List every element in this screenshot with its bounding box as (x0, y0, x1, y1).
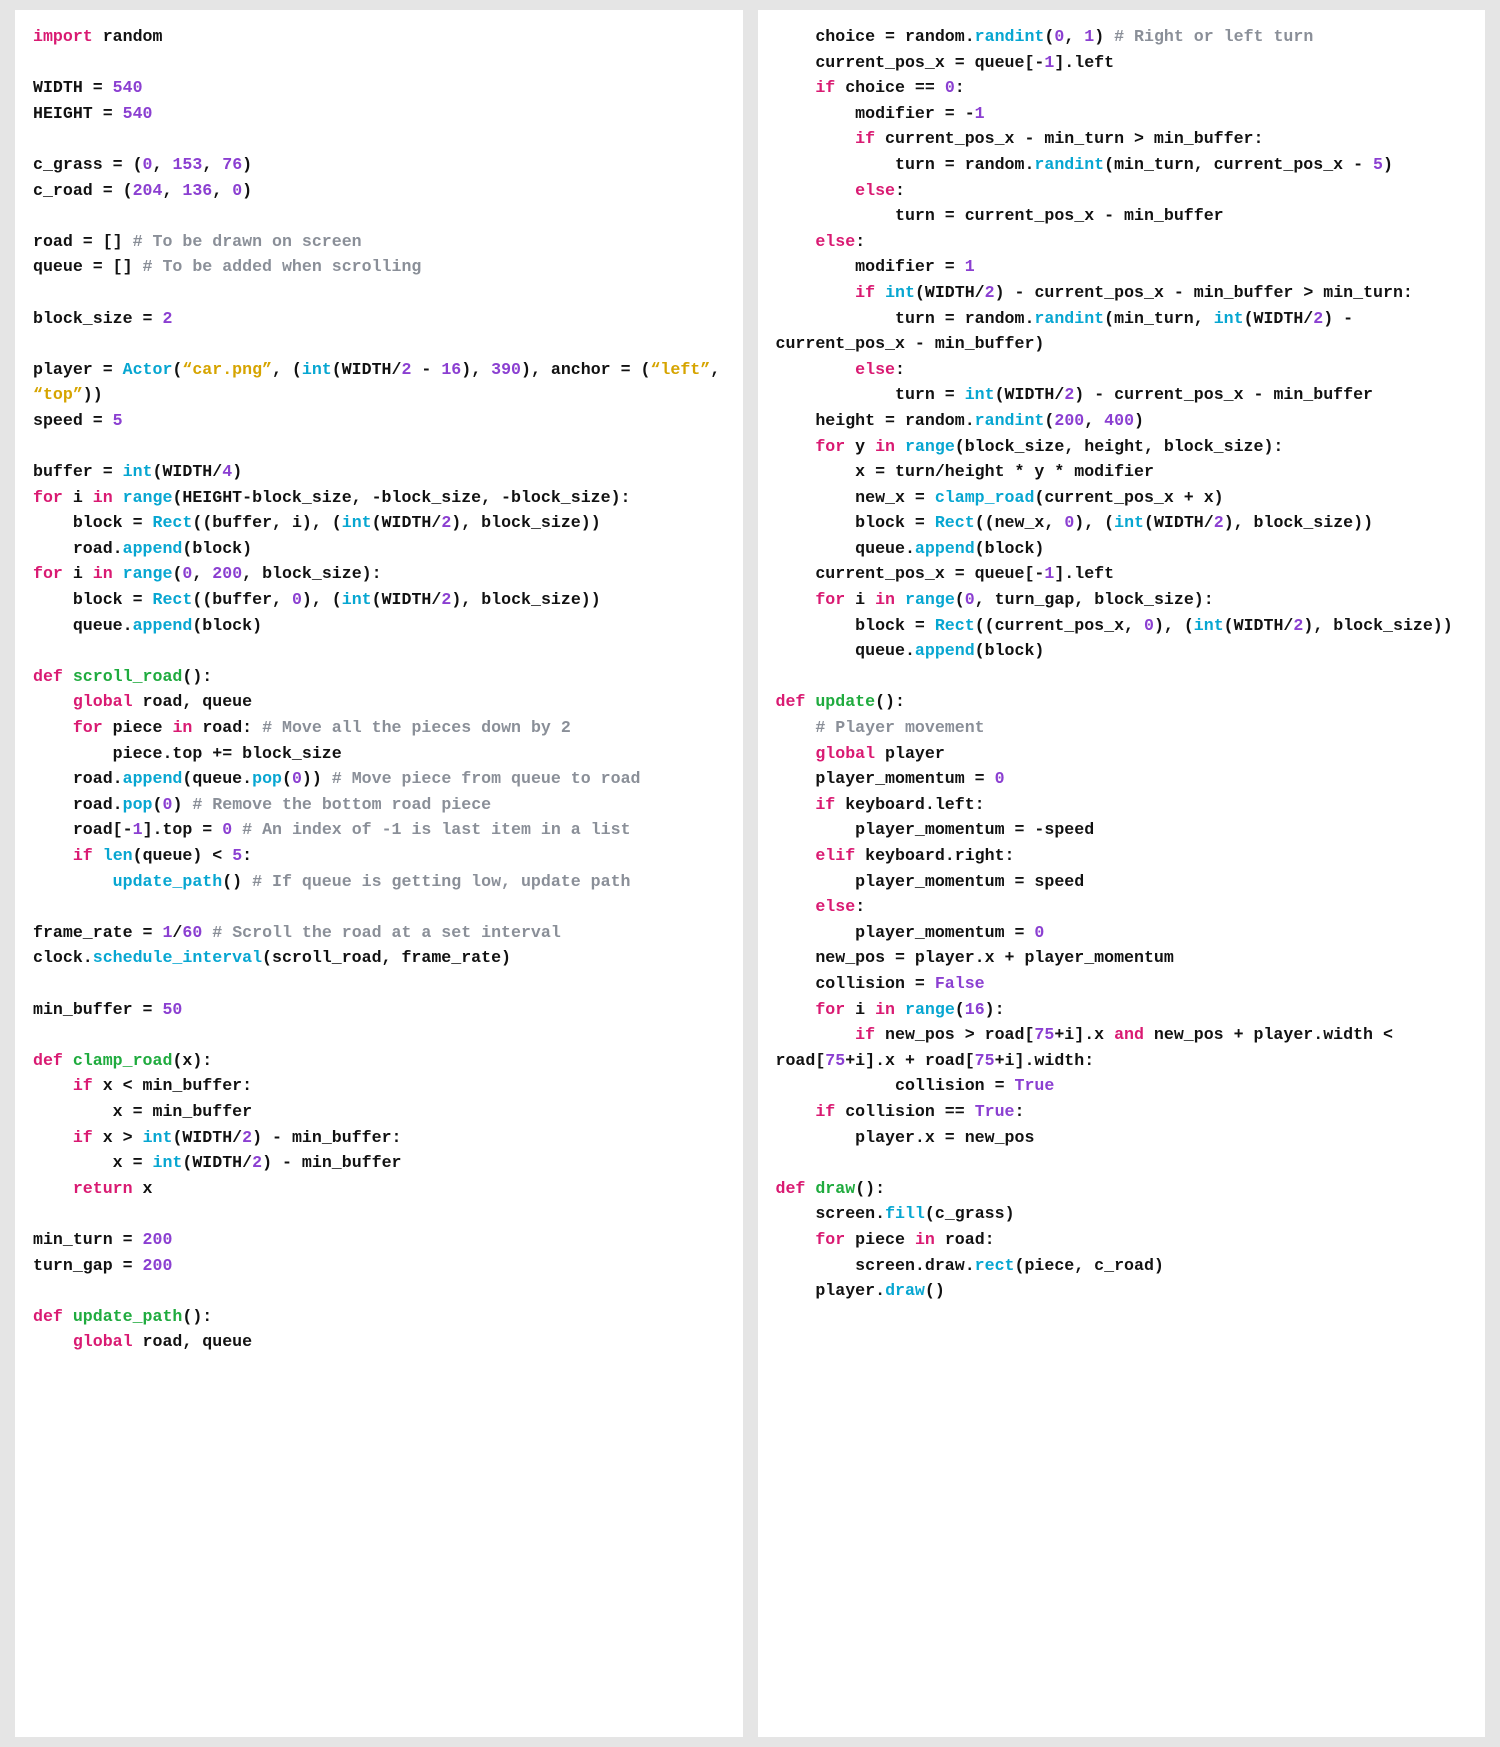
code-block-left: import random WIDTH = 540 HEIGHT = 540 c… (33, 24, 725, 1355)
right-column: choice = random.randint(0, 1) # Right or… (758, 10, 1486, 1737)
left-column: import random WIDTH = 540 HEIGHT = 540 c… (15, 10, 743, 1737)
code-listing-page: import random WIDTH = 540 HEIGHT = 540 c… (0, 0, 1500, 1747)
code-block-right: choice = random.randint(0, 1) # Right or… (776, 24, 1468, 1304)
columns-container: import random WIDTH = 540 HEIGHT = 540 c… (0, 10, 1500, 1737)
